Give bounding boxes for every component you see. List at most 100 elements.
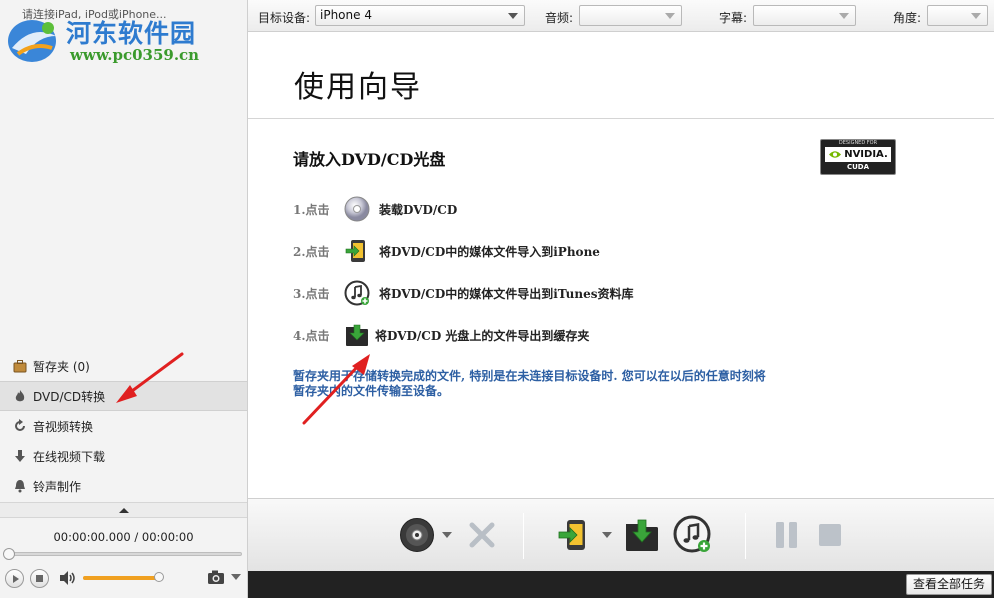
import-to-device-icon[interactable] (343, 237, 371, 265)
play-button[interactable] (5, 569, 24, 588)
storage-note: 暂存夹用于存储转换完成的文件, 特别是在未连接目标设备时. 您可以在以后的任意时… (293, 369, 853, 399)
export-to-folder-button[interactable] (623, 515, 661, 555)
step-number: 1.点击 (293, 202, 330, 217)
insert-disc-heading: 请放入DVD/CD光盘 (293, 150, 446, 169)
remove-button[interactable] (466, 515, 498, 555)
storage-note-line-1: 暂存夹用于存储转换完成的文件, 特别是在未连接目标设备时. 您可以在以后的任意时… (293, 369, 766, 383)
top-settings-bar: 目标设备: iPhone 4 音频: 字幕: 角度: (248, 0, 994, 32)
status-bar: 查看全部任务 (248, 571, 994, 598)
camera-icon (208, 570, 224, 584)
sidebar-item-label: 暂存夹 (0) (33, 359, 90, 374)
panel-collapse-toggle[interactable] (0, 502, 247, 518)
toolbar-separator (745, 513, 746, 559)
wizard-step-2: 2.点击 将DVD/CD中的媒体文件导入到iPhone (293, 237, 600, 265)
stop-button[interactable] (816, 515, 844, 555)
sidebar-item-label: 在线视频下载 (33, 449, 106, 464)
load-disc-dropdown[interactable] (441, 515, 453, 555)
wizard-step-4: 4.点击 将DVD/CD 光盘上的文件导出到缓存夹 (293, 321, 589, 349)
close-icon (469, 522, 495, 548)
chevron-down-icon (839, 13, 849, 19)
chevron-down-icon (602, 532, 612, 538)
sidebar-item-dvd-convert[interactable]: DVD/CD转换 (0, 381, 247, 411)
device-select-value: iPhone 4 (320, 8, 372, 22)
volume-slider[interactable] (83, 572, 164, 582)
watermark-title: 河东软件园 (66, 19, 197, 48)
subtitle-select[interactable] (753, 5, 856, 26)
volume-fill (83, 576, 159, 580)
sidebar-item-label: 音视频转换 (33, 419, 94, 434)
watermark-logo-icon (8, 20, 56, 62)
device-select[interactable]: iPhone 4 (315, 5, 525, 26)
page-title: 使用向导 (294, 70, 422, 105)
badge-brand-text: NVIDIA. (844, 149, 888, 160)
seek-slider-thumb[interactable] (3, 548, 15, 560)
pause-icon (776, 522, 797, 548)
itunes-icon[interactable] (343, 279, 371, 307)
sidebar-item-online-download[interactable]: 在线视频下载 (0, 441, 247, 471)
chevron-down-icon (971, 13, 981, 19)
itunes-icon (673, 515, 711, 553)
step-text: 装载DVD/CD (379, 202, 458, 217)
chevron-up-icon (118, 507, 129, 513)
disc-icon[interactable] (343, 195, 371, 223)
download-arrow-icon (12, 448, 28, 464)
toolbar-separator (523, 513, 524, 559)
bottom-toolbar (248, 498, 994, 571)
device-label: 目标设备: (258, 11, 311, 25)
play-icon (12, 574, 19, 583)
wizard-step-3: 3.点击 将DVD/CD中的媒体文件导出到iTunes资料库 (293, 279, 633, 307)
chevron-down-icon (665, 13, 675, 19)
export-to-itunes-button[interactable] (672, 515, 714, 555)
volume-icon[interactable] (58, 570, 78, 589)
time-readout: 00:00:00.000 / 00:00:00 (53, 530, 194, 544)
convert-icon (12, 418, 28, 434)
step-text: 将DVD/CD中的媒体文件导入到iPhone (379, 244, 600, 259)
export-folder-icon (626, 519, 658, 551)
import-to-device-icon (558, 520, 585, 550)
fire-icon (12, 388, 28, 404)
step-text: 将DVD/CD 光盘上的文件导出到缓存夹 (375, 328, 590, 343)
watermark-url: www.pc0359.cn (70, 46, 200, 64)
export-folder-icon[interactable] (343, 321, 371, 349)
pause-button[interactable] (772, 515, 802, 555)
sidebar-item-label: 铃声制作 (33, 479, 82, 494)
chevron-down-icon (442, 532, 452, 538)
stop-icon (819, 524, 841, 546)
load-disc-button[interactable] (398, 515, 436, 555)
snapshot-button[interactable] (207, 569, 241, 585)
sidebar-item-storage[interactable]: 暂存夹 (0) (0, 351, 247, 381)
step-number: 2.点击 (293, 244, 330, 259)
storage-note-line-2: 暂存夹内的文件传输至设备。 (293, 384, 450, 398)
volume-slider-thumb[interactable] (154, 572, 164, 582)
bell-icon (12, 478, 28, 494)
briefcase-icon (12, 358, 28, 374)
badge-top-text: DESIGNED FOR (838, 140, 878, 146)
angle-select[interactable] (927, 5, 988, 26)
stop-button[interactable] (30, 569, 49, 588)
chevron-down-icon (508, 13, 518, 19)
import-to-device-button[interactable] (556, 515, 592, 555)
audio-label: 音频: (545, 11, 574, 25)
sidebar-item-label: DVD/CD转换 (33, 389, 106, 404)
step-number: 4.点击 (293, 328, 330, 343)
seek-slider[interactable] (3, 548, 242, 560)
disc-icon (400, 518, 434, 552)
step-text: 将DVD/CD中的媒体文件导出到iTunes资料库 (379, 286, 634, 301)
sidebar-item-ringtone[interactable]: 铃声制作 (0, 471, 247, 501)
wizard-body: 请放入DVD/CD光盘 DESIGNED FOR NVIDIA. CUDA 1.… (248, 120, 994, 498)
badge-bottom-text: CUDA (846, 163, 870, 171)
angle-label: 角度: (893, 11, 922, 25)
audio-select[interactable] (579, 5, 682, 26)
wizard-step-1: 1.点击 装载DVD/CD (293, 195, 457, 223)
view-all-tasks-button[interactable]: 查看全部任务 (905, 574, 992, 595)
left-panel: 请连接iPad, iPod或iPhone... 河东软件园 www.pc0359… (0, 0, 248, 598)
sidebar-item-av-convert[interactable]: 音视频转换 (0, 411, 247, 441)
wizard-header: 使用向导 (248, 32, 994, 119)
nvidia-eye-icon (829, 151, 842, 158)
step-number: 3.点击 (293, 286, 330, 301)
import-dropdown[interactable] (601, 515, 613, 555)
stop-icon (36, 575, 43, 582)
watermark: 河东软件园 www.pc0359.cn (4, 12, 244, 68)
preview-player: 00:00:00.000 / 00:00:00 (0, 518, 247, 598)
subtitle-label: 字幕: (719, 11, 748, 25)
